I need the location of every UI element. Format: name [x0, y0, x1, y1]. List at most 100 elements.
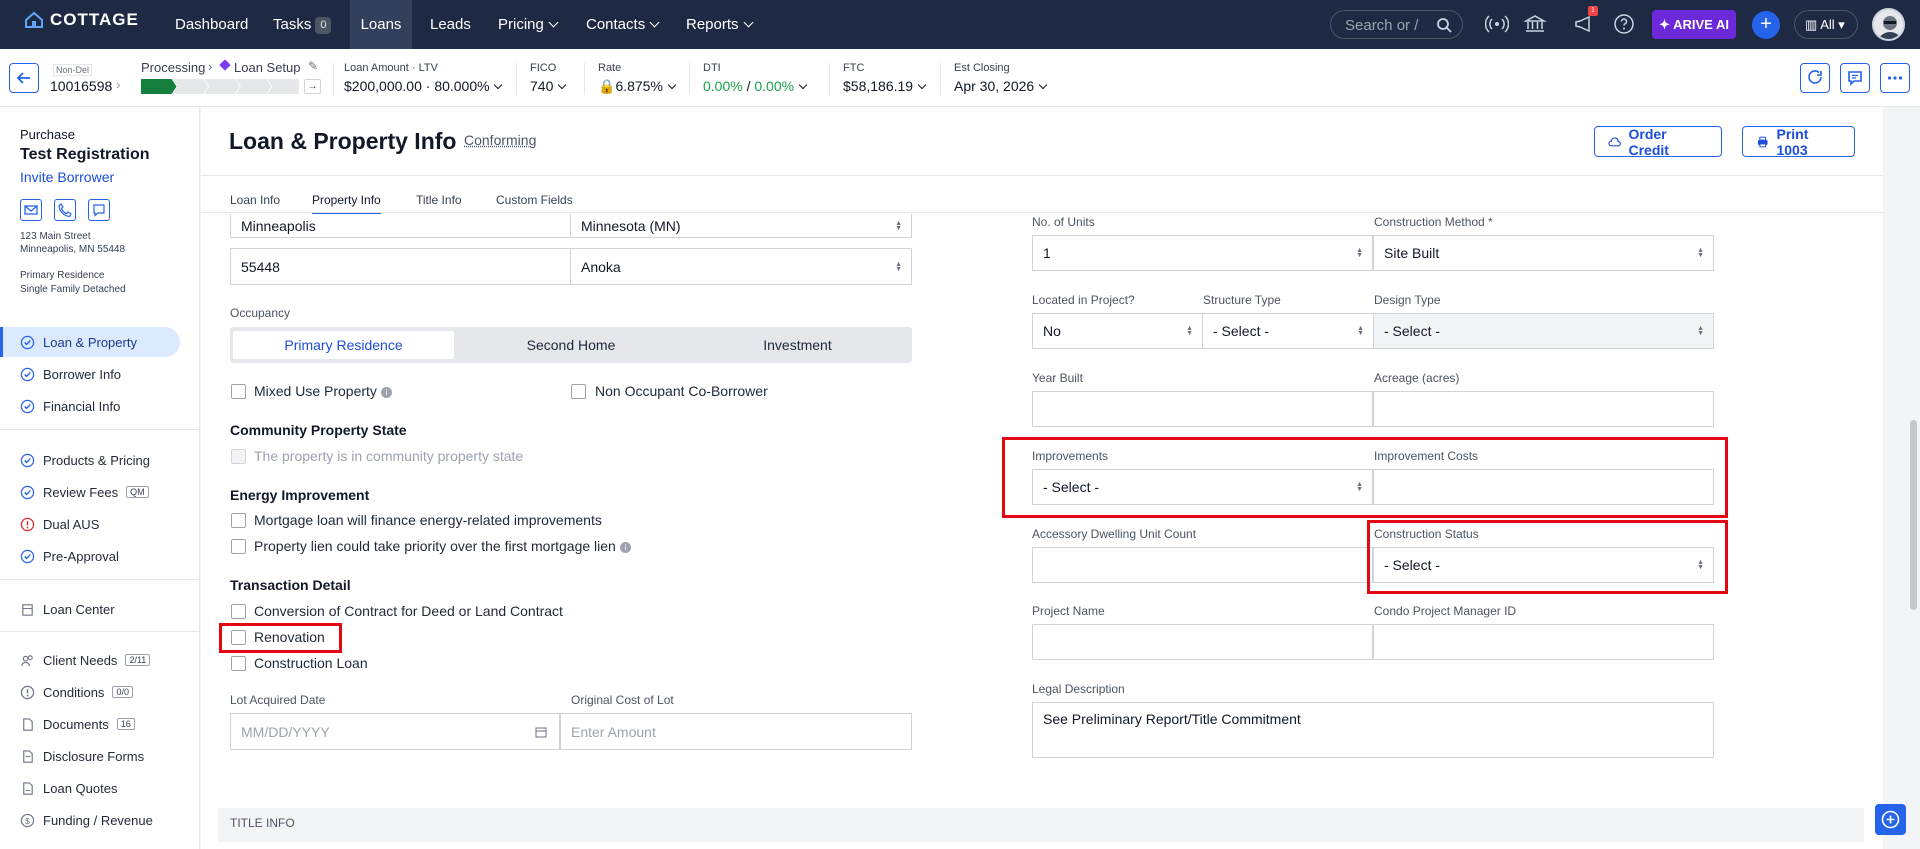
ftc: $58,186.19: [843, 78, 914, 94]
divider: [0, 429, 200, 430]
chevron-down-icon: [667, 80, 677, 90]
year-built-input[interactable]: [1032, 391, 1373, 427]
email-button[interactable]: [20, 199, 42, 221]
adu-count-input[interactable]: [1032, 547, 1373, 583]
dti-value[interactable]: 0.00% / 0.00%: [703, 78, 808, 94]
ftc-value[interactable]: $58,186.19: [843, 78, 927, 94]
sidebar-item-pre-approval[interactable]: Pre-Approval: [0, 541, 180, 571]
bank-icon[interactable]: [1523, 12, 1547, 36]
refresh-button[interactable]: [1800, 63, 1830, 93]
occupancy-second-home[interactable]: Second Home: [457, 331, 685, 359]
loan-number[interactable]: 10016598: [50, 78, 112, 94]
call-button[interactable]: [54, 199, 76, 221]
tab-title-info[interactable]: Title Info: [416, 193, 462, 207]
sidebar-item-documents[interactable]: Documents 16: [0, 709, 180, 739]
info-icon[interactable]: i: [380, 387, 392, 398]
sidebar-item-loan-property[interactable]: Loan & Property: [0, 327, 180, 357]
sidebar-item-loan-center[interactable]: Loan Center: [0, 594, 180, 624]
broadcast-icon[interactable]: [1485, 12, 1509, 36]
sidebar-item-financial-info[interactable]: Financial Info: [0, 391, 180, 421]
tab-custom-fields[interactable]: Custom Fields: [496, 193, 573, 207]
construction-status-select[interactable]: - Select - ▲ ▼: [1373, 547, 1714, 583]
sidebar-item-products-pricing[interactable]: Products & Pricing: [0, 445, 180, 475]
lien-priority-checkbox[interactable]: [231, 539, 246, 554]
county-select[interactable]: Anoka ▲ ▼: [570, 248, 912, 285]
info-icon[interactable]: i: [619, 542, 631, 553]
city-field[interactable]: Minneapolis: [230, 214, 571, 238]
back-button[interactable]: [9, 63, 39, 93]
lot-acquired-date-input[interactable]: MM/DD/YYYY: [230, 713, 560, 750]
phone-icon: [58, 203, 72, 218]
zip-field[interactable]: 55448: [230, 248, 571, 285]
community-property-heading: Community Property State: [230, 422, 407, 438]
advance-stage-button[interactable]: →: [304, 79, 321, 94]
improvement-costs-label: Improvement Costs: [1374, 449, 1479, 463]
legal-description-textarea[interactable]: See Preliminary Report/Title Commitment: [1032, 702, 1714, 758]
help-icon[interactable]: [1612, 12, 1636, 36]
nav-contacts[interactable]: Contacts: [586, 0, 660, 49]
nav-leads[interactable]: Leads: [430, 0, 471, 49]
construction-loan-checkbox[interactable]: [231, 656, 246, 671]
sidebar-item-dual-aus[interactable]: Dual AUS: [0, 509, 180, 539]
state-select[interactable]: Minnesota (MN) ▲ ▼: [570, 214, 912, 238]
energy-finance-checkbox[interactable]: [231, 513, 246, 528]
tab-loan-info[interactable]: Loan Info: [230, 193, 280, 207]
loan-type-link[interactable]: Conforming: [464, 132, 536, 148]
sidebar-item-disclosure-forms[interactable]: Disclosure Forms: [0, 741, 180, 771]
acreage-input[interactable]: [1373, 391, 1714, 427]
fico-value[interactable]: 740: [530, 78, 567, 94]
scope-selector[interactable]: ▥ All ▾: [1794, 10, 1858, 39]
design-type-select[interactable]: - Select - ▲ ▼: [1373, 313, 1714, 349]
nav-dashboard[interactable]: Dashboard: [175, 0, 248, 49]
arive-ai-button[interactable]: ✦ ARIVE AI: [1652, 10, 1736, 39]
more-options-button[interactable]: [1880, 63, 1910, 93]
renovation-checkbox[interactable]: [231, 630, 246, 645]
units-select[interactable]: 1 ▲ ▼: [1032, 235, 1373, 271]
sidebar-item-loan-quotes[interactable]: Loan Quotes: [0, 773, 180, 803]
order-credit-button[interactable]: Order Credit: [1594, 126, 1722, 158]
sidebar-item-borrower-info[interactable]: Borrower Info: [0, 359, 180, 389]
add-floating-button[interactable]: [1875, 804, 1906, 835]
rate-value[interactable]: 🔒6.875%: [598, 78, 677, 95]
structure-type-select[interactable]: - Select - ▲ ▼: [1202, 313, 1374, 349]
nav-tasks[interactable]: Tasks 0: [273, 0, 332, 49]
add-button[interactable]: +: [1752, 11, 1780, 39]
calendar-icon[interactable]: [535, 726, 547, 738]
occupancy-primary-residence[interactable]: Primary Residence: [233, 331, 454, 359]
contract-for-deed-checkbox[interactable]: [231, 604, 246, 619]
sidebar-item-funding-revenue[interactable]: $ Funding / Revenue: [0, 805, 180, 835]
sidebar-item-conditions[interactable]: Conditions 0/0: [0, 677, 180, 707]
invite-borrower-link[interactable]: Invite Borrower: [20, 169, 114, 185]
nav-loans[interactable]: Loans: [350, 0, 412, 49]
improvements-select[interactable]: - Select - ▲ ▼: [1032, 469, 1373, 505]
sidebar-item-client-needs[interactable]: Client Needs 2/11: [0, 645, 180, 675]
comments-button[interactable]: [1840, 63, 1870, 93]
improvement-costs-input[interactable]: [1373, 469, 1714, 505]
loan-substage[interactable]: Loan Setup: [234, 60, 301, 75]
non-occupant-checkbox[interactable]: [571, 384, 586, 399]
borrower-name[interactable]: Test Registration: [20, 146, 150, 164]
edit-icon[interactable]: ✎: [308, 59, 318, 73]
original-cost-of-lot-input[interactable]: Enter Amount: [560, 713, 912, 750]
community-property-checkbox[interactable]: [231, 449, 246, 464]
print-1003-button[interactable]: Print 1003: [1742, 126, 1855, 158]
search-input[interactable]: Search or /: [1330, 10, 1463, 39]
fico-label: FICO: [530, 62, 557, 74]
user-avatar[interactable]: [1872, 8, 1905, 41]
mixed-use-checkbox[interactable]: [231, 384, 246, 399]
nav-pricing[interactable]: Pricing: [498, 0, 559, 49]
loan-amount-value[interactable]: $200,000.00 · 80.000%: [344, 78, 503, 94]
est-closing-value[interactable]: Apr 30, 2026: [954, 78, 1048, 94]
sidebar-item-label: Financial Info: [43, 398, 121, 414]
in-project-select[interactable]: No ▲ ▼: [1032, 313, 1203, 349]
message-button[interactable]: [88, 199, 110, 221]
occupancy-investment[interactable]: Investment: [685, 331, 910, 359]
construction-method-select[interactable]: Site Built ▲ ▼: [1373, 235, 1714, 271]
condo-manager-input[interactable]: [1373, 624, 1714, 660]
nav-reports[interactable]: Reports: [686, 0, 753, 49]
sidebar-item-review-fees[interactable]: Review Fees QM: [0, 477, 180, 507]
title-info-section-header[interactable]: TITLE INFO: [218, 808, 1864, 842]
project-name-input[interactable]: [1032, 624, 1373, 660]
cottage-logo[interactable]: COTTAGE: [24, 10, 139, 30]
scrollbar-thumb[interactable]: [1910, 420, 1917, 610]
